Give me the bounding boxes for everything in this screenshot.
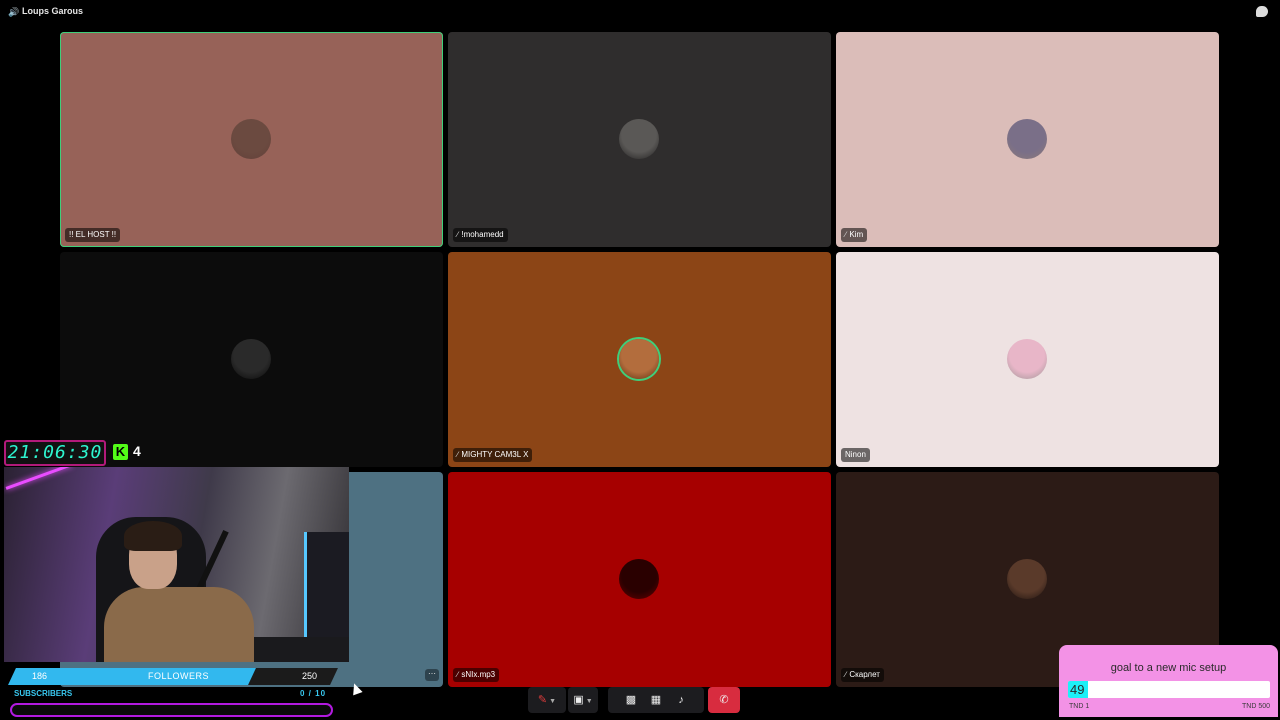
grid-icon[interactable]: ▦ xyxy=(645,687,667,713)
participant-name: Скарлет xyxy=(849,670,880,679)
participant-avatar xyxy=(619,339,659,379)
participant-tile[interactable]: ∕ !mohamedd xyxy=(448,32,831,247)
participant-avatar xyxy=(231,339,271,379)
subscribers-goal-bar xyxy=(10,703,333,717)
donation-goal-title: goal to a new mic setup xyxy=(1110,662,1227,674)
participant-name-tag: !! EL HOST !! xyxy=(65,228,121,242)
participant-avatar xyxy=(1007,339,1047,379)
more-dots-icon[interactable]: ⋯ xyxy=(425,669,439,681)
donation-goal-end: TND 500 xyxy=(1241,703,1270,710)
mic-muted-icon: ✎ xyxy=(537,694,548,706)
participant-name: Kim xyxy=(849,230,864,239)
participant-name-tag: ∕ Kim xyxy=(841,228,868,242)
chat-icon[interactable] xyxy=(1256,6,1268,17)
participant-name-tag: ∕ sNIx.mp3 xyxy=(453,668,500,682)
participant-tile[interactable]: ∕ sNIx.mp3 xyxy=(448,472,831,687)
camera-toggle-button[interactable]: ▣ ▼ xyxy=(568,687,598,713)
soundboard-icon[interactable]: ♪ xyxy=(670,687,692,713)
actions-group: ▩ ▦ ♪ ⋯ xyxy=(608,687,704,713)
followers-goal: 250 xyxy=(302,671,318,681)
followers-label: FOLLOWERS xyxy=(148,671,210,681)
speaker-icon[interactable]: 🔊 xyxy=(8,7,19,17)
subscribers-label: SUBSCRIBERS xyxy=(14,689,73,698)
mic-muted-icon: ∕ xyxy=(457,450,459,459)
participant-name-tag: ∕ Скарлет xyxy=(841,668,884,682)
participant-name-tag: Ninon xyxy=(841,448,870,462)
participant-tile[interactable] xyxy=(60,252,443,467)
followers-current: 186 xyxy=(32,671,48,681)
participant-name: MIGHTY CAM3L X xyxy=(461,450,529,459)
chevron-down-icon[interactable]: ▼ xyxy=(549,698,556,705)
participant-name: sNIx.mp3 xyxy=(461,670,496,679)
participant-name: !! EL HOST !! xyxy=(69,230,117,239)
participant-name: !mohamedd xyxy=(461,230,504,239)
donation-goal-bar: 49 xyxy=(1068,681,1270,698)
mic-muted-icon: ∕ xyxy=(845,230,847,239)
donation-goal-widget: goal to a new mic setup 49 TND 1 TND 500 xyxy=(1059,645,1278,717)
participant-tile[interactable]: Ninon xyxy=(836,252,1219,467)
streamer-webcam xyxy=(4,467,349,662)
subscribers-count: 0 / 10 xyxy=(300,689,327,698)
participant-avatar xyxy=(1007,119,1047,159)
donation-goal-start: TND 1 xyxy=(1069,703,1090,710)
mic-muted-icon: ∕ xyxy=(457,670,459,679)
channel-title: Loups Garous xyxy=(22,6,84,16)
donation-goal-current: 49 xyxy=(1070,682,1085,697)
mic-toggle-button[interactable]: ✎ ▼ xyxy=(528,687,566,713)
participant-name-tag: ∕ MIGHTY CAM3L X xyxy=(453,448,533,462)
mic-muted-icon: ∕ xyxy=(457,230,459,239)
kick-viewer-count: 4 xyxy=(133,443,141,459)
stream-clock: 21:06:30 xyxy=(4,440,106,466)
followers-goal-bar: 186 FOLLOWERS 250 xyxy=(8,668,338,686)
screen-share-icon[interactable]: ▩ xyxy=(620,687,642,713)
participant-tile[interactable]: !! EL HOST !! xyxy=(60,32,443,247)
mic-muted-icon: ∕ xyxy=(845,670,847,679)
more-dots-icon[interactable]: ⋯ xyxy=(645,713,667,720)
participant-avatar xyxy=(619,119,659,159)
title-bar: 🔊 Loups Garous xyxy=(0,0,1280,24)
participant-name: Ninon xyxy=(845,450,866,459)
camera-off-icon: ▣ xyxy=(573,694,584,706)
call-controls: ✎▼ ▣▼ ▩ ▦ ♪ ⋯ ✆ xyxy=(528,687,742,713)
participant-tile[interactable]: ∕ MIGHTY CAM3L X xyxy=(448,252,831,467)
chevron-down-icon[interactable]: ▼ xyxy=(586,698,593,705)
participant-name-tag: ∕ !mohamedd xyxy=(453,228,508,242)
kick-logo-icon: K xyxy=(113,444,128,460)
participant-avatar xyxy=(1007,559,1047,599)
leave-call-button[interactable]: ✆ xyxy=(708,687,740,713)
phone-hangup-icon: ✆ xyxy=(719,694,729,706)
participant-tile[interactable]: ∕ Kim xyxy=(836,32,1219,247)
participant-avatar xyxy=(619,559,659,599)
participant-avatar xyxy=(231,119,271,159)
